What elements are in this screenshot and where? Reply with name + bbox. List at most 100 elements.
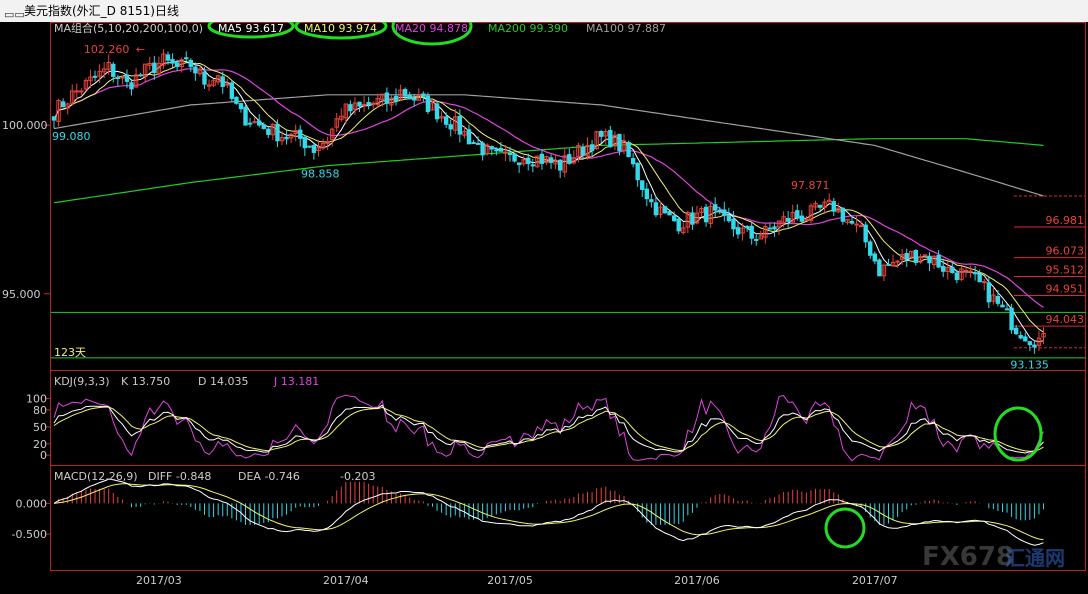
candle-body — [1009, 307, 1014, 331]
candle-body — [115, 77, 121, 80]
candle-body — [858, 225, 864, 228]
candle-body — [466, 129, 472, 145]
candle-body — [530, 164, 535, 167]
candle-body — [202, 71, 207, 85]
candle-body — [676, 218, 681, 232]
price-level-label: 94.043 — [1046, 313, 1085, 326]
candle-body — [886, 263, 891, 266]
watermark-sub: 汇通网 — [1005, 546, 1065, 570]
date-tick-label: 2017/06 — [674, 574, 720, 587]
price-annotation: 123天 — [54, 346, 86, 359]
date-tick-label: 2017/05 — [487, 574, 533, 587]
chart-canvas[interactable]: 100.000 95.000 96.981 96.073 95.512 94.951 94… — [0, 22, 1088, 594]
candle-body — [494, 149, 499, 152]
candle-body — [849, 220, 855, 224]
candle-body — [795, 210, 800, 219]
price-annotation: 97.871 — [791, 179, 830, 192]
kdj-tick-label: 0 — [40, 449, 47, 462]
legend-d: D 14.035 — [198, 375, 248, 388]
date-tick-label: 2017/07 — [852, 574, 898, 587]
window-titlebar: ▭▭ 美元指数(外汇_D 8151)日线 — [0, 0, 1088, 23]
candle-body — [963, 269, 969, 272]
candle-body — [1023, 336, 1028, 342]
candle-body — [60, 101, 66, 108]
candle-body — [1013, 327, 1019, 335]
candle-body — [799, 215, 805, 222]
candle-body — [384, 92, 390, 104]
candle-body — [407, 94, 412, 100]
candle-body — [275, 123, 280, 142]
price-tick-label: 95.000 — [2, 288, 41, 301]
candle-body — [1032, 344, 1037, 348]
price-level-label: 94.951 — [1046, 282, 1085, 295]
candle-body — [640, 180, 645, 190]
candle-body — [671, 215, 677, 222]
candle-body — [749, 225, 754, 239]
candle-body — [184, 57, 189, 60]
candle-body — [412, 98, 417, 101]
candle-body — [120, 76, 125, 79]
candle-body — [393, 95, 399, 102]
candle-body — [804, 218, 809, 221]
price-annotation: 98.858 — [301, 168, 340, 181]
date-tick-label: 2017/03 — [136, 574, 182, 587]
candle-body — [124, 74, 130, 82]
candle-body — [138, 74, 143, 77]
candle-body — [630, 158, 636, 165]
window-title: 美元指数(外汇_D 8151)日线 — [24, 4, 179, 18]
candle-body — [608, 129, 613, 148]
legend-k: K 13.750 — [121, 375, 170, 388]
candle-body — [986, 282, 991, 303]
candle-body — [831, 201, 836, 212]
candle-body — [448, 124, 453, 130]
candle-body — [557, 159, 563, 171]
candle-body — [744, 225, 750, 229]
candle-body — [667, 211, 672, 216]
legend-j: J 13.181 — [273, 375, 319, 388]
legend-ma100: MA100 97.887 — [586, 22, 666, 35]
candle-body — [854, 223, 859, 226]
candle-body — [703, 206, 709, 223]
candle-body — [165, 54, 171, 61]
candle-body — [840, 207, 846, 222]
candle-body — [247, 122, 253, 125]
candle-body — [261, 124, 266, 130]
candle-body — [662, 206, 668, 214]
candle-body — [817, 204, 823, 208]
watermark: FX678 汇通网 — [922, 542, 1065, 572]
candle-body — [152, 62, 157, 74]
watermark-text: FX678 — [922, 542, 1014, 572]
price-tick-label: 100.000 — [2, 119, 48, 132]
candle-body — [284, 136, 289, 140]
candle-body — [1000, 304, 1005, 308]
legend-diff: DIFF -0.848 — [148, 470, 211, 483]
candle-body — [357, 101, 362, 107]
candle-body — [193, 66, 198, 74]
price-level-label: 96.073 — [1046, 245, 1085, 258]
candle-body — [229, 82, 235, 99]
candle-body — [307, 145, 312, 148]
legend-dea: DEA -0.746 — [238, 470, 300, 483]
candle-body — [234, 96, 239, 104]
candle-body — [995, 296, 1001, 304]
candle-body — [111, 63, 116, 77]
candle-body — [599, 131, 604, 137]
candle-body — [425, 95, 431, 112]
candle-body — [298, 129, 303, 139]
candle-body — [772, 226, 777, 230]
candle-body — [653, 202, 659, 216]
candle-body — [489, 146, 494, 150]
candle-body — [722, 209, 727, 216]
candle-body — [516, 162, 522, 166]
legend-ma5: MA5 93.617 — [218, 22, 284, 35]
macd-pane-title: MACD(12,26,9) — [54, 470, 138, 483]
candle-body — [526, 157, 531, 165]
price-level-label: 95.512 — [1046, 264, 1085, 277]
candle-body — [225, 83, 230, 86]
candle-body — [936, 254, 941, 268]
candle-body — [366, 102, 371, 106]
candle-body — [895, 260, 900, 263]
price-annotation: 93.135 — [1010, 359, 1049, 372]
candle-body — [421, 93, 426, 97]
candle-body — [170, 59, 175, 64]
